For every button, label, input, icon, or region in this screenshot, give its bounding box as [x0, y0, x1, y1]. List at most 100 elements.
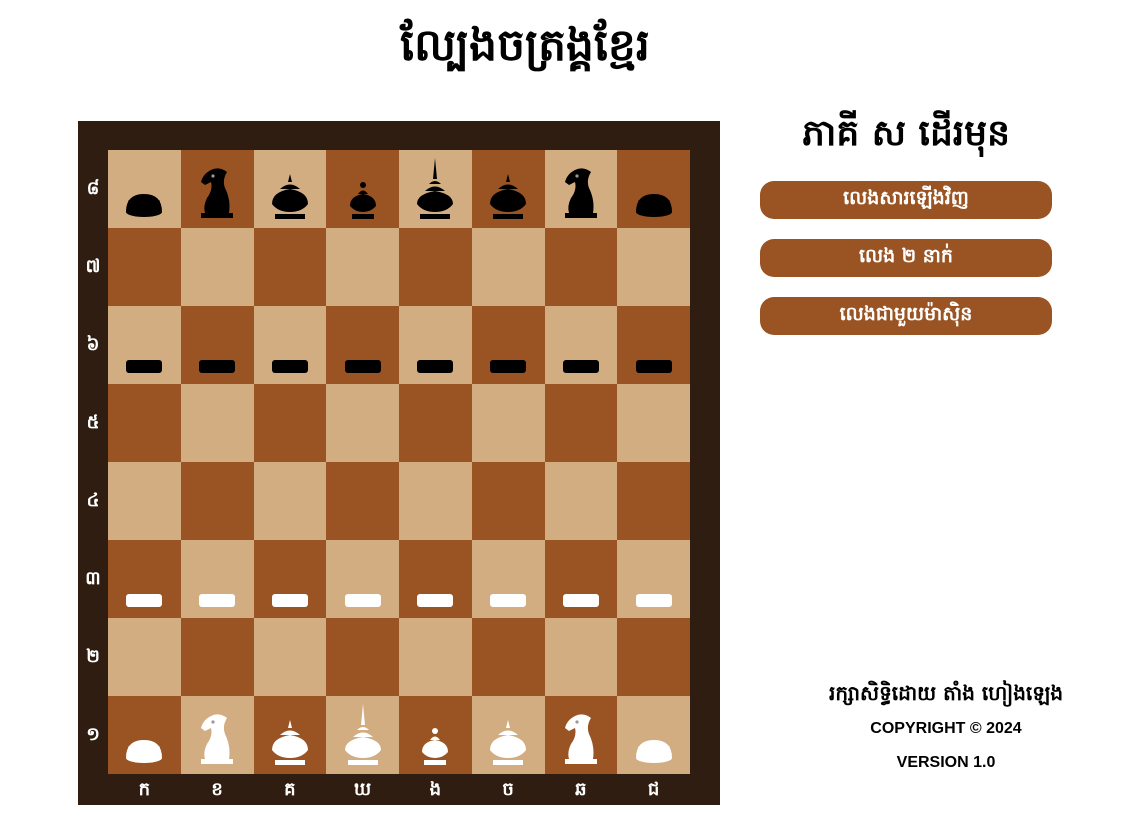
- board-square[interactable]: [326, 384, 399, 462]
- board-square[interactable]: [253, 696, 327, 774]
- board-square[interactable]: [180, 618, 254, 696]
- black-king-piece[interactable]: [407, 152, 463, 224]
- board-square[interactable]: [180, 228, 254, 306]
- board-square[interactable]: [326, 618, 399, 696]
- black-khon-piece[interactable]: [262, 152, 318, 224]
- board-square[interactable]: [471, 150, 545, 228]
- two-player-button[interactable]: លេង ២ នាក់: [760, 239, 1052, 277]
- board-square[interactable]: [108, 150, 181, 228]
- board-square[interactable]: [180, 384, 254, 462]
- board-square[interactable]: [399, 228, 472, 306]
- white-horse-piece[interactable]: [553, 698, 609, 770]
- white-met-piece[interactable]: [407, 698, 463, 770]
- board-square[interactable]: [326, 696, 399, 774]
- board-square[interactable]: [399, 462, 472, 540]
- board-square[interactable]: [180, 540, 254, 618]
- board-square[interactable]: [180, 306, 254, 384]
- black-khon-piece[interactable]: [480, 152, 536, 224]
- white-fish-piece[interactable]: [335, 542, 391, 614]
- board-square[interactable]: [399, 696, 472, 774]
- white-khon-piece[interactable]: [262, 698, 318, 770]
- board-square[interactable]: [544, 462, 618, 540]
- board-square[interactable]: [253, 540, 327, 618]
- board-square[interactable]: [544, 540, 618, 618]
- black-horse-piece[interactable]: [553, 152, 609, 224]
- white-fish-piece[interactable]: [553, 542, 609, 614]
- board-square[interactable]: [544, 306, 618, 384]
- board-square[interactable]: [253, 462, 327, 540]
- board-square[interactable]: [617, 306, 690, 384]
- board-square[interactable]: [180, 462, 254, 540]
- white-fish-piece[interactable]: [407, 542, 463, 614]
- board-square[interactable]: [326, 228, 399, 306]
- black-fish-piece[interactable]: [116, 308, 172, 380]
- board-square[interactable]: [108, 696, 181, 774]
- board-square[interactable]: [180, 150, 254, 228]
- board-square[interactable]: [399, 384, 472, 462]
- restart-button[interactable]: លេងសារឡើងវិញ: [760, 181, 1052, 219]
- white-boat-piece[interactable]: [116, 698, 172, 770]
- board-square[interactable]: [617, 618, 690, 696]
- file-label: ក: [138, 779, 151, 800]
- board-square[interactable]: [544, 618, 618, 696]
- board-square[interactable]: [617, 228, 690, 306]
- white-fish-piece[interactable]: [116, 542, 172, 614]
- board-square[interactable]: [617, 696, 690, 774]
- board-square[interactable]: [544, 228, 618, 306]
- black-horse-piece[interactable]: [189, 152, 245, 224]
- board-square[interactable]: [108, 228, 181, 306]
- white-fish-piece[interactable]: [262, 542, 318, 614]
- black-fish-piece[interactable]: [407, 308, 463, 380]
- board-square[interactable]: [399, 306, 472, 384]
- board-square[interactable]: [326, 462, 399, 540]
- vs-computer-button[interactable]: លេងជាមួយម៉ាស៊ិន: [760, 297, 1052, 335]
- board-square[interactable]: [544, 384, 618, 462]
- board-square[interactable]: [326, 306, 399, 384]
- board-square[interactable]: [253, 228, 327, 306]
- board-square[interactable]: [471, 306, 545, 384]
- black-fish-piece[interactable]: [262, 308, 318, 380]
- black-boat-piece[interactable]: [116, 152, 172, 224]
- board-square[interactable]: [471, 696, 545, 774]
- board-square[interactable]: [399, 150, 472, 228]
- board-square[interactable]: [108, 306, 181, 384]
- board-square[interactable]: [108, 540, 181, 618]
- white-horse-piece[interactable]: [189, 698, 245, 770]
- board-square[interactable]: [471, 540, 545, 618]
- black-fish-piece[interactable]: [335, 308, 391, 380]
- board-square[interactable]: [326, 150, 399, 228]
- board-square[interactable]: [617, 150, 690, 228]
- black-fish-piece[interactable]: [553, 308, 609, 380]
- board-square[interactable]: [471, 618, 545, 696]
- board-square[interactable]: [253, 306, 327, 384]
- board-square[interactable]: [471, 462, 545, 540]
- board-square[interactable]: [399, 540, 472, 618]
- board-square[interactable]: [399, 618, 472, 696]
- board-square[interactable]: [544, 696, 618, 774]
- black-fish-piece[interactable]: [189, 308, 245, 380]
- board-square[interactable]: [180, 696, 254, 774]
- black-met-piece[interactable]: [335, 152, 391, 224]
- board-square[interactable]: [471, 384, 545, 462]
- board-square[interactable]: [544, 150, 618, 228]
- white-fish-piece[interactable]: [626, 542, 682, 614]
- board-square[interactable]: [108, 462, 181, 540]
- board-square[interactable]: [617, 384, 690, 462]
- white-fish-piece[interactable]: [480, 542, 536, 614]
- board-square[interactable]: [253, 618, 327, 696]
- board-square[interactable]: [253, 150, 327, 228]
- board-square[interactable]: [108, 618, 181, 696]
- white-king-piece[interactable]: [335, 698, 391, 770]
- board-square[interactable]: [108, 384, 181, 462]
- white-boat-piece[interactable]: [626, 698, 682, 770]
- black-boat-piece[interactable]: [626, 152, 682, 224]
- board-square[interactable]: [617, 540, 690, 618]
- board-square[interactable]: [471, 228, 545, 306]
- white-fish-piece[interactable]: [189, 542, 245, 614]
- board-square[interactable]: [253, 384, 327, 462]
- black-fish-piece[interactable]: [480, 308, 536, 380]
- white-khon-piece[interactable]: [480, 698, 536, 770]
- board-square[interactable]: [326, 540, 399, 618]
- black-fish-piece[interactable]: [626, 308, 682, 380]
- board-square[interactable]: [617, 462, 690, 540]
